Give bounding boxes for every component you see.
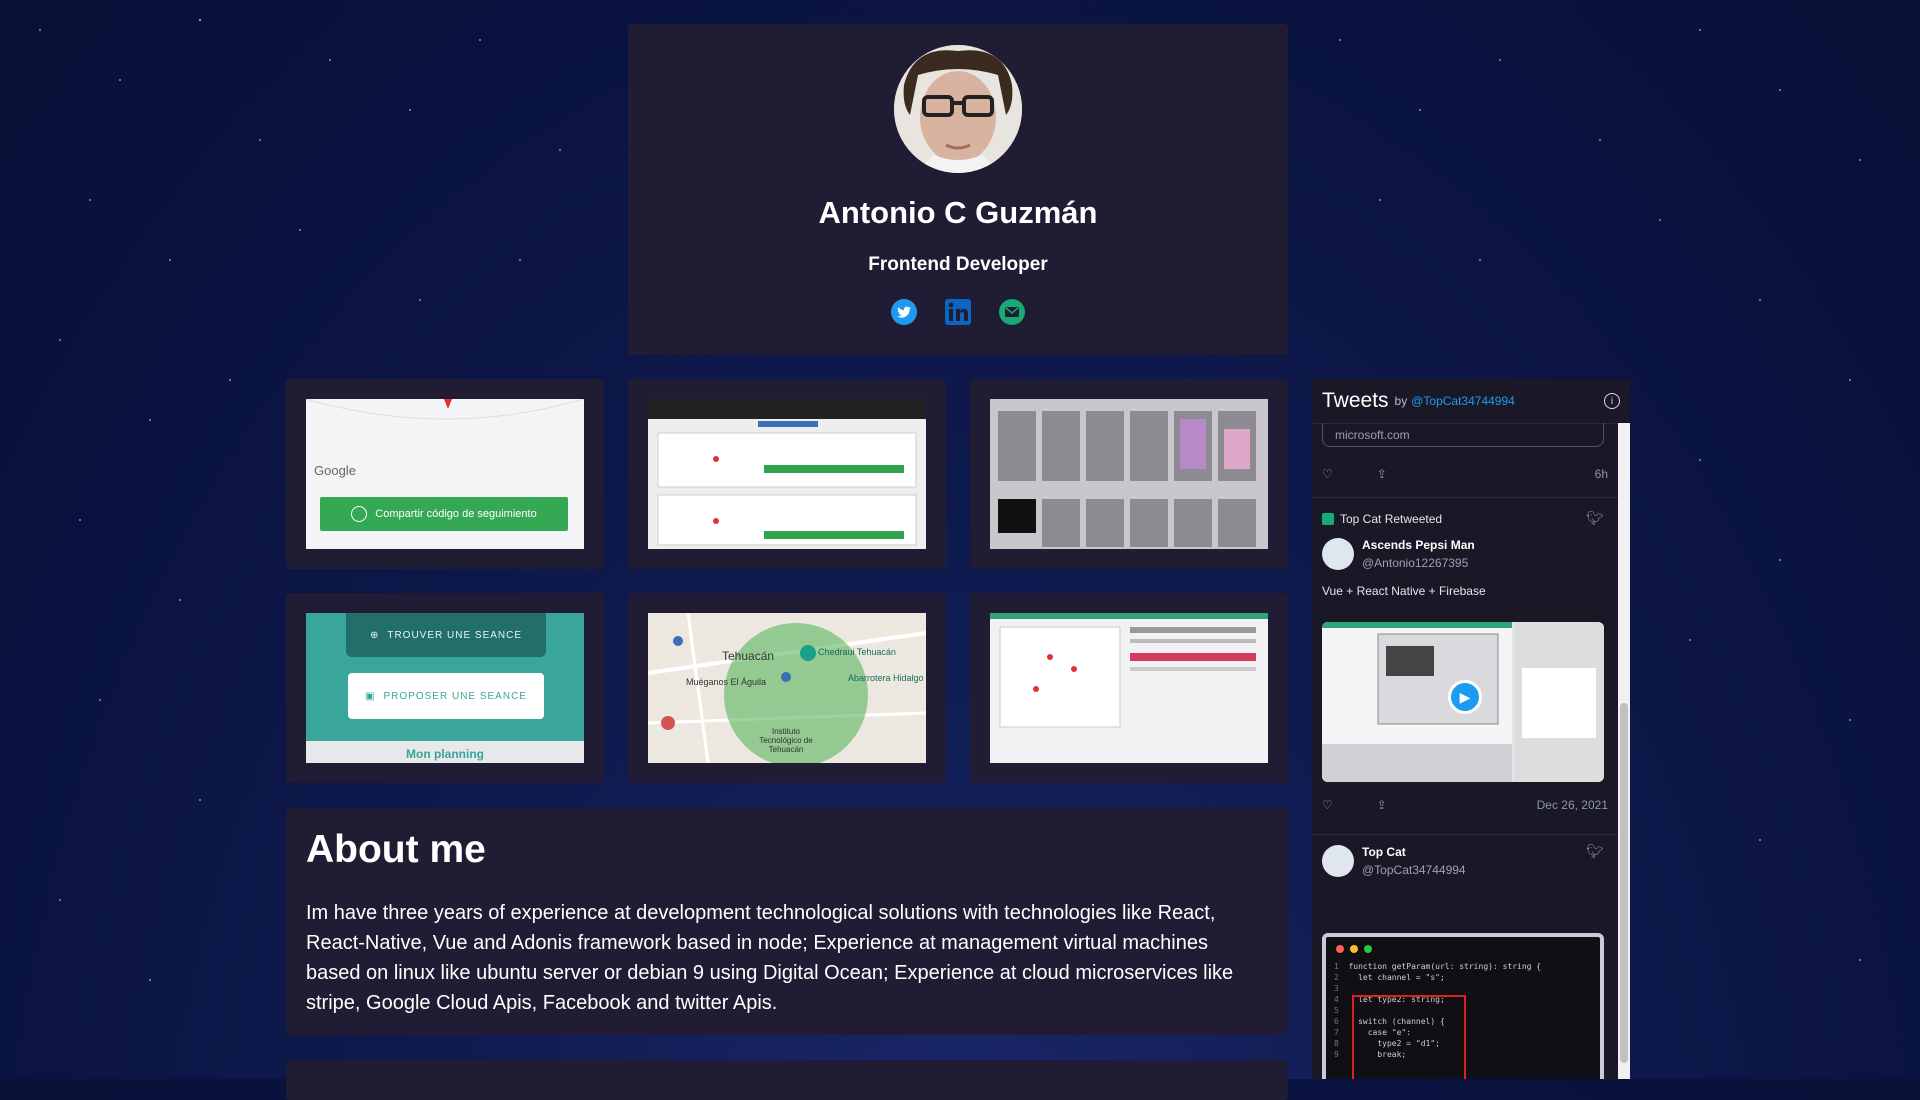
- project-thumbnail-5[interactable]: Tehuacán Chedraui Tehuacán Abarrotera Hi…: [628, 593, 946, 783]
- retweet-label: Top Cat Retweeted: [1340, 512, 1443, 526]
- profile-role: Frontend Developer: [868, 254, 1048, 275]
- tweet-author[interactable]: Ascends Pepsi Man: [1362, 538, 1475, 552]
- link-card[interactable]: microsoft.com: [1322, 423, 1604, 447]
- profile-card: Antonio C Guzmán Frontend Developer: [628, 24, 1288, 355]
- share-tracking-button: Compartir código de seguimiento: [320, 497, 568, 531]
- heart-icon[interactable]: ♡: [1322, 798, 1333, 812]
- planning-label: Mon planning: [406, 747, 484, 761]
- tweet-avatar[interactable]: [1322, 845, 1354, 877]
- tweet-author[interactable]: Top Cat: [1362, 845, 1406, 859]
- image-icon: ▣: [365, 690, 376, 702]
- timeline-title: Tweets: [1322, 389, 1389, 412]
- project-thumbnail-6[interactable]: [970, 593, 1288, 783]
- project-screenshot: Google Compartir código de seguimiento: [306, 399, 584, 549]
- share-tracking-label: Compartir código de seguimiento: [375, 508, 537, 520]
- whatsapp-icon: [351, 506, 368, 522]
- map-label-institute: Instituto Tecnológico de Tehuacán: [759, 727, 813, 754]
- share-icon[interactable]: ⇪: [1377, 798, 1387, 812]
- project-screenshot: [990, 613, 1268, 763]
- find-session-label: TROUVER UNE SEANCE: [387, 629, 523, 641]
- retweet-indicator: Top Cat Retweeted: [1322, 512, 1442, 526]
- tweet-item[interactable]: 🐦︎ Top Cat @TopCat34744994 1 function ge…: [1312, 835, 1618, 1079]
- social-links: [628, 298, 1288, 326]
- timeline-handle-link[interactable]: @TopCat34744994: [1411, 394, 1515, 408]
- about-me-heading: About me: [306, 828, 486, 871]
- map-label-store: Chedraui Tehuacán: [818, 647, 896, 657]
- project-screenshot: [990, 399, 1268, 549]
- tweet-time: 6h: [1594, 467, 1608, 481]
- tweet-avatar[interactable]: [1322, 538, 1354, 570]
- retweet-icon: [1322, 513, 1334, 525]
- tweet-text: Vue + React Native + Firebase: [1322, 584, 1486, 598]
- timeline-scrollbar[interactable]: [1618, 423, 1630, 1079]
- next-section-card: [286, 1060, 1288, 1100]
- heart-icon[interactable]: ♡: [1322, 467, 1333, 481]
- find-session-button: ⊕ TROUVER UNE SEANCE: [346, 613, 546, 657]
- tweet-video[interactable]: ▶: [1322, 622, 1604, 782]
- code-line: 2 let channel = "s";: [1334, 973, 1445, 982]
- tweet-author-handle[interactable]: @TopCat34744994: [1362, 863, 1466, 877]
- info-icon[interactable]: i: [1604, 393, 1620, 409]
- play-icon[interactable]: ▶: [1448, 680, 1482, 714]
- about-me-text: Im have three years of experience at dev…: [306, 902, 1234, 1014]
- timeline-feed[interactable]: microsoft.com ♡ ⇪ 6h Top Cat Retweeted 🐦…: [1312, 423, 1618, 1079]
- map-label-bakery: Muéganos El Águila: [686, 677, 767, 687]
- project-thumbnail-3[interactable]: [970, 379, 1288, 569]
- about-me-card: About me Im have three years of experien…: [286, 808, 1288, 1035]
- search-icon: ⊕: [369, 629, 380, 641]
- tweet-date: Dec 26, 2021: [1536, 798, 1608, 812]
- timeline-header: Tweets by @TopCat34744994 i: [1312, 379, 1630, 424]
- link-domain: microsoft.com: [1335, 427, 1410, 442]
- profile-avatar: [894, 45, 1022, 173]
- project-screenshot: ⊕ TROUVER UNE SEANCE ▣ PROPOSER UNE SEANCE…: [306, 613, 584, 763]
- google-logo: Google: [314, 463, 356, 478]
- code-line: 3: [1334, 984, 1349, 993]
- project-thumbnail-2[interactable]: [628, 379, 946, 569]
- tweet-actions: ♡ ⇪ Dec 26, 2021: [1312, 798, 1618, 812]
- map-label-city: Tehuacán: [722, 649, 775, 663]
- share-icon[interactable]: ⇪: [1377, 467, 1387, 481]
- tweet-item[interactable]: microsoft.com ♡ ⇪ 6h: [1312, 423, 1618, 498]
- tweet-item[interactable]: Top Cat Retweeted 🐦︎ Ascends Pepsi Man @…: [1312, 498, 1618, 835]
- timeline-by-label: by: [1394, 394, 1408, 408]
- twitter-icon[interactable]: [890, 298, 918, 326]
- propose-session-button: ▣ PROPOSER UNE SEANCE: [348, 673, 544, 719]
- tweet-code-image[interactable]: 1 function getParam(url: string): string…: [1322, 933, 1604, 1079]
- code-highlight-box: [1352, 995, 1466, 1079]
- map-label-grocery: Abarrotera Hidalgo: [848, 673, 924, 683]
- twitter-timeline-widget: Tweets by @TopCat34744994 i microsoft.co…: [1312, 379, 1630, 1079]
- project-screenshot: Tehuacán Chedraui Tehuacán Abarrotera Hi…: [648, 613, 926, 763]
- tweet-author-handle[interactable]: @Antonio12267395: [1362, 556, 1468, 570]
- twitter-bird-icon[interactable]: 🐦︎: [1586, 510, 1604, 527]
- window-controls: [1326, 937, 1600, 961]
- propose-session-label: PROPOSER UNE SEANCE: [383, 690, 527, 702]
- project-thumbnail-4[interactable]: ⊕ TROUVER UNE SEANCE ▣ PROPOSER UNE SEANCE…: [286, 593, 604, 783]
- twitter-bird-icon[interactable]: 🐦︎: [1586, 843, 1604, 860]
- profile-name: Antonio C Guzmán: [818, 195, 1098, 230]
- tweet-actions: ♡ ⇪ 6h: [1312, 467, 1618, 481]
- linkedin-icon[interactable]: [944, 298, 972, 326]
- email-icon[interactable]: [998, 298, 1026, 326]
- code-line: 1 function getParam(url: string): string…: [1334, 962, 1542, 971]
- project-thumbnail-1[interactable]: Google Compartir código de seguimiento: [286, 379, 604, 569]
- scrollbar-thumb[interactable]: [1620, 703, 1628, 1063]
- project-screenshot: [648, 399, 926, 549]
